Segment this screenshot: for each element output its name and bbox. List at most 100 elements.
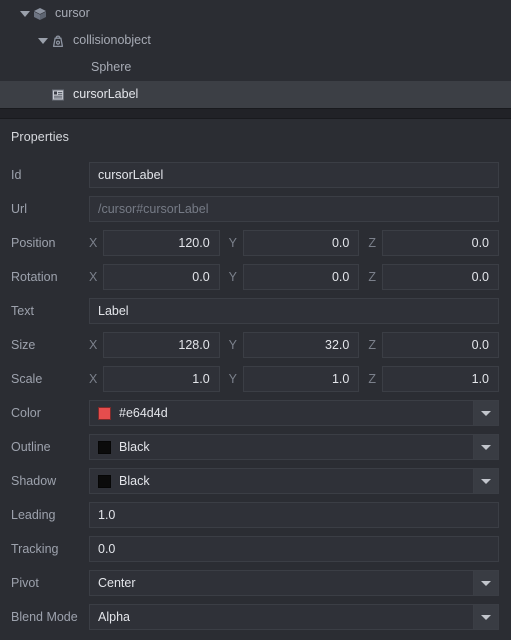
shadow-color-text: Black xyxy=(119,474,150,488)
tracking-input[interactable]: 0.0 xyxy=(89,536,499,562)
outliner-item-cursorlabel[interactable]: cursorLabel xyxy=(0,81,511,108)
property-row-url: Url/cursor#cursorLabel xyxy=(0,192,511,226)
axis-letter-z: Z xyxy=(368,338,376,352)
property-fields-outline: Black xyxy=(89,434,499,460)
size-z-input[interactable]: 0.0 xyxy=(382,332,500,358)
outliner-item-label: cursor xyxy=(55,6,90,21)
properties-row-list: Id cursorLabel Url/cursor#cursorLabel Posit… xyxy=(0,144,511,634)
rotation-x-input[interactable]: 0.0 xyxy=(103,264,220,290)
scale-y-input[interactable]: 1.0 xyxy=(242,366,360,392)
outliner-item-label: collisionobject xyxy=(73,33,151,48)
rotation-z-input[interactable]: 0.0 xyxy=(382,264,500,290)
axis-group-scale-y: Y 1.0 xyxy=(229,366,360,392)
rotation-y-input[interactable]: 0.0 xyxy=(242,264,360,290)
outliner-item-sphere[interactable]: Sphere xyxy=(0,54,511,81)
axis-group-position-x: X 120.0 xyxy=(89,230,220,256)
size-y-input[interactable]: 32.0 xyxy=(242,332,360,358)
size-x-input[interactable]: 128.0 xyxy=(103,332,220,358)
chevron-down-icon[interactable] xyxy=(473,434,499,460)
color-color-value[interactable]: #e64d4d xyxy=(89,400,473,426)
axis-letter-z: Z xyxy=(368,372,376,386)
property-row-color: Color #e64d4d xyxy=(0,396,511,430)
color-color-swatch[interactable] xyxy=(98,406,111,420)
property-label-tracking: Tracking xyxy=(11,542,59,556)
outline-color-value[interactable]: Black xyxy=(89,434,473,460)
scale-x-input[interactable]: 1.0 xyxy=(103,366,220,392)
property-label-blend-mode: Blend Mode xyxy=(11,610,78,624)
property-fields-text: Label xyxy=(89,298,499,324)
outliner-item-cursor[interactable]: cursor xyxy=(0,0,511,27)
axis-group-size-y: Y 32.0 xyxy=(229,332,360,358)
shadow-color-value[interactable]: Black xyxy=(89,468,473,494)
disclosure-triangle-icon[interactable] xyxy=(18,7,32,21)
scene-outliner[interactable]: cursor collisionobject Sphere cursorLabel xyxy=(0,0,511,108)
property-label-scale: Scale xyxy=(11,372,43,386)
pivot-selected-value[interactable]: Center xyxy=(89,570,473,596)
axis-letter-x: X xyxy=(89,270,98,284)
color-color-combobox[interactable]: #e64d4d xyxy=(89,400,499,426)
chevron-down-icon[interactable] xyxy=(473,400,499,426)
property-fields-tracking: 0.0 xyxy=(89,536,499,562)
property-row-tracking: Tracking 0.0 xyxy=(0,532,511,566)
property-fields-position: X 120.0 Y 0.0 Z 0.0 xyxy=(89,230,500,256)
axis-group-position-z: Z 0.0 xyxy=(368,230,500,256)
property-row-shadow: Shadow Black xyxy=(0,464,511,498)
properties-title: Properties xyxy=(11,130,69,144)
blend-mode-combobox[interactable]: Alpha xyxy=(89,604,499,630)
property-fields-shadow: Black xyxy=(89,468,499,494)
property-label-size: Size xyxy=(11,338,36,352)
shadow-color-combobox[interactable]: Black xyxy=(89,468,499,494)
id-input[interactable]: cursorLabel xyxy=(89,162,499,188)
chevron-down-icon[interactable] xyxy=(473,570,499,596)
property-fields-color: #e64d4d xyxy=(89,400,499,426)
property-row-blend-mode: Blend Mode Alpha xyxy=(0,600,511,634)
position-y-input[interactable]: 0.0 xyxy=(242,230,360,256)
property-label-rotation: Rotation xyxy=(11,270,58,284)
outliner-item-collisionobject[interactable]: collisionobject xyxy=(0,27,511,54)
axis-group-scale-z: Z 1.0 xyxy=(368,366,500,392)
property-row-leading: Leading 1.0 xyxy=(0,498,511,532)
blend-mode-selected-value[interactable]: Alpha xyxy=(89,604,473,630)
outline-color-combobox[interactable]: Black xyxy=(89,434,499,460)
cube-icon xyxy=(32,6,48,22)
property-fields-url: /cursor#cursorLabel xyxy=(89,196,499,222)
axis-letter-y: Y xyxy=(228,372,238,386)
property-label-id: Id xyxy=(11,168,22,182)
axis-letter-x: X xyxy=(89,338,98,352)
property-label-shadow: Shadow xyxy=(11,474,57,488)
axis-letter-x: X xyxy=(89,236,98,250)
property-row-position: Position X 120.0 Y 0.0 Z 0.0 xyxy=(0,226,511,260)
shadow-color-swatch[interactable] xyxy=(98,474,111,488)
leading-input[interactable]: 1.0 xyxy=(89,502,499,528)
outline-color-text: Black xyxy=(119,440,150,454)
property-row-id: Id cursorLabel xyxy=(0,158,511,192)
axis-group-size-z: Z 0.0 xyxy=(368,332,500,358)
pivot-combobox[interactable]: Center xyxy=(89,570,499,596)
property-row-text: Text Label xyxy=(0,294,511,328)
url-input[interactable]: /cursor#cursorLabel xyxy=(89,196,499,222)
axis-letter-y: Y xyxy=(228,338,238,352)
property-row-scale: Scale X 1.0 Y 1.0 Z 1.0 xyxy=(0,362,511,396)
position-z-input[interactable]: 0.0 xyxy=(382,230,500,256)
property-fields-blend-mode: Alpha xyxy=(89,604,499,630)
text-input[interactable]: Label xyxy=(89,298,499,324)
label-icon xyxy=(50,87,66,103)
disclosure-triangle-icon[interactable] xyxy=(36,34,50,48)
property-fields-pivot: Center xyxy=(89,570,499,596)
axis-letter-x: X xyxy=(89,372,98,386)
axis-letter-z: Z xyxy=(368,236,376,250)
position-x-input[interactable]: 120.0 xyxy=(103,230,220,256)
physics-collisionobject-icon xyxy=(50,33,66,49)
axis-group-scale-x: X 1.0 xyxy=(89,366,220,392)
axis-group-rotation-x: X 0.0 xyxy=(89,264,220,290)
panel-divider xyxy=(0,108,511,119)
chevron-down-icon[interactable] xyxy=(473,468,499,494)
property-fields-scale: X 1.0 Y 1.0 Z 1.0 xyxy=(89,366,500,392)
scale-z-input[interactable]: 1.0 xyxy=(382,366,500,392)
property-label-outline: Outline xyxy=(11,440,51,454)
outline-color-swatch[interactable] xyxy=(98,440,111,454)
property-label-color: Color xyxy=(11,406,41,420)
axis-group-rotation-z: Z 0.0 xyxy=(368,264,500,290)
chevron-down-icon[interactable] xyxy=(473,604,499,630)
property-label-pivot: Pivot xyxy=(11,576,39,590)
